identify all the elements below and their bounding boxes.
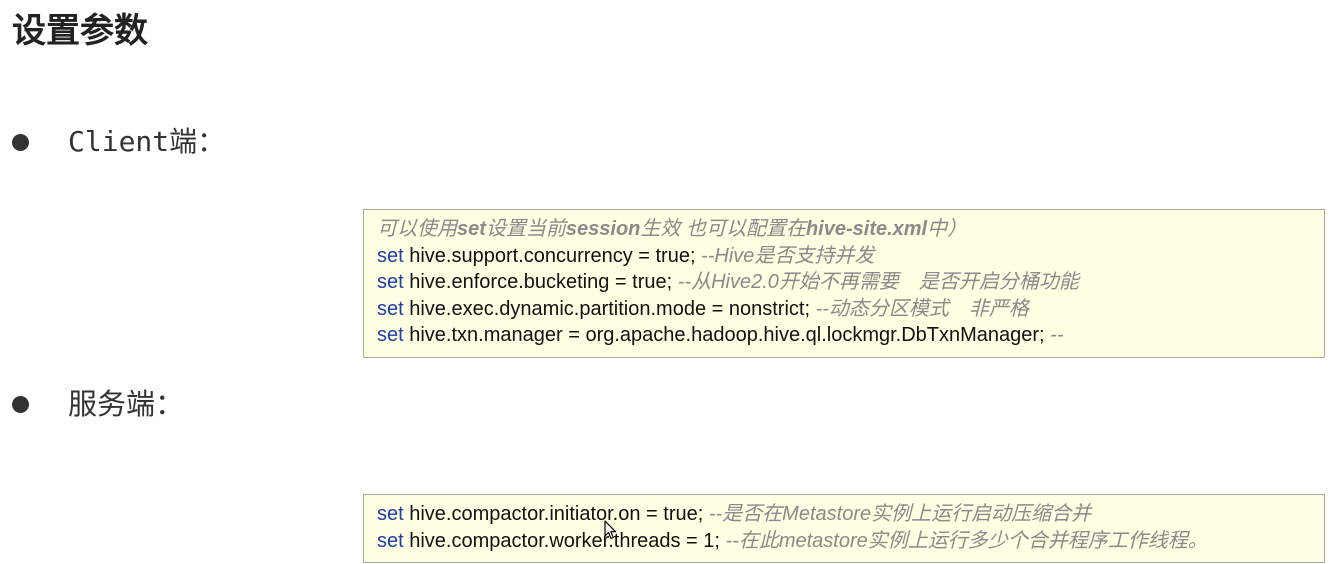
- code-comment: --Hive是否支持并发: [701, 244, 875, 267]
- comment-segment: 中）: [927, 218, 968, 240]
- code-comment: --在此metastore实例上运行多少个合并程序工作线程。: [725, 529, 1208, 552]
- comment-segment: set: [457, 218, 486, 240]
- comment-segment: 可以使用: [377, 218, 457, 240]
- code-statement: hive.txn.manager = org.apache.hadoop.hiv…: [403, 324, 1051, 346]
- code-statement: hive.enforce.bucketing = true;: [403, 271, 678, 293]
- code-keyword: set: [377, 324, 404, 346]
- bullet-label-client: Client端：: [68, 125, 226, 158]
- code-comment: --是否在Metastore实例上运行启动压缩合并: [708, 503, 1092, 525]
- code-statement: hive.compactor.worker.threads = 1;: [403, 529, 726, 552]
- bullet-dot-icon: [12, 395, 29, 413]
- code-statement: hive.support.concurrency = true;: [403, 244, 702, 267]
- comment-segment: 生效 也可以配置在: [640, 218, 806, 240]
- code-line: set hive.compactor.worker.threads = 1; -…: [377, 528, 1324, 555]
- code-line: set hive.enforce.bucketing = true; --从Hi…: [377, 269, 1324, 296]
- bullet-client: Client端：: [12, 122, 225, 162]
- code-block-server: set hive.compactor.initiator.on = true; …: [363, 494, 1325, 563]
- comment-segment: hive-site.xml: [805, 218, 928, 240]
- code-line: set hive.txn.manager = org.apache.hadoop…: [377, 322, 1324, 349]
- code-statement: hive.compactor.initiator.on = true;: [403, 503, 709, 525]
- page-title: 设置参数: [12, 11, 148, 51]
- code-comment-line: 可以使用set设置当前session生效 也可以配置在hive-site.xml…: [377, 216, 1324, 243]
- code-comment: --: [1050, 324, 1064, 346]
- code-line: set hive.exec.dynamic.partition.mode = n…: [377, 296, 1324, 323]
- comment-segment: session: [565, 218, 641, 240]
- code-statement: hive.exec.dynamic.partition.mode = nonst…: [403, 297, 816, 320]
- bullet-dot-icon: [12, 133, 29, 151]
- code-comment: --动态分区模式 非严格: [815, 297, 1029, 320]
- bullet-label-server: 服务端：: [68, 387, 185, 421]
- code-keyword: set: [377, 244, 404, 267]
- code-line: set hive.compactor.initiator.on = true; …: [377, 501, 1324, 528]
- code-block-client: 可以使用set设置当前session生效 也可以配置在hive-site.xml…: [363, 209, 1325, 358]
- code-keyword: set: [377, 503, 404, 525]
- code-keyword: set: [377, 297, 404, 320]
- comment-segment: 设置当前: [485, 218, 566, 240]
- code-keyword: set: [377, 529, 404, 552]
- code-keyword: set: [377, 271, 404, 293]
- code-line: set hive.support.concurrency = true; --H…: [377, 243, 1324, 270]
- code-comment: --从Hive2.0开始不再需要 是否开启分桶功能: [677, 271, 1079, 293]
- bullet-server: 服务端：: [12, 384, 184, 424]
